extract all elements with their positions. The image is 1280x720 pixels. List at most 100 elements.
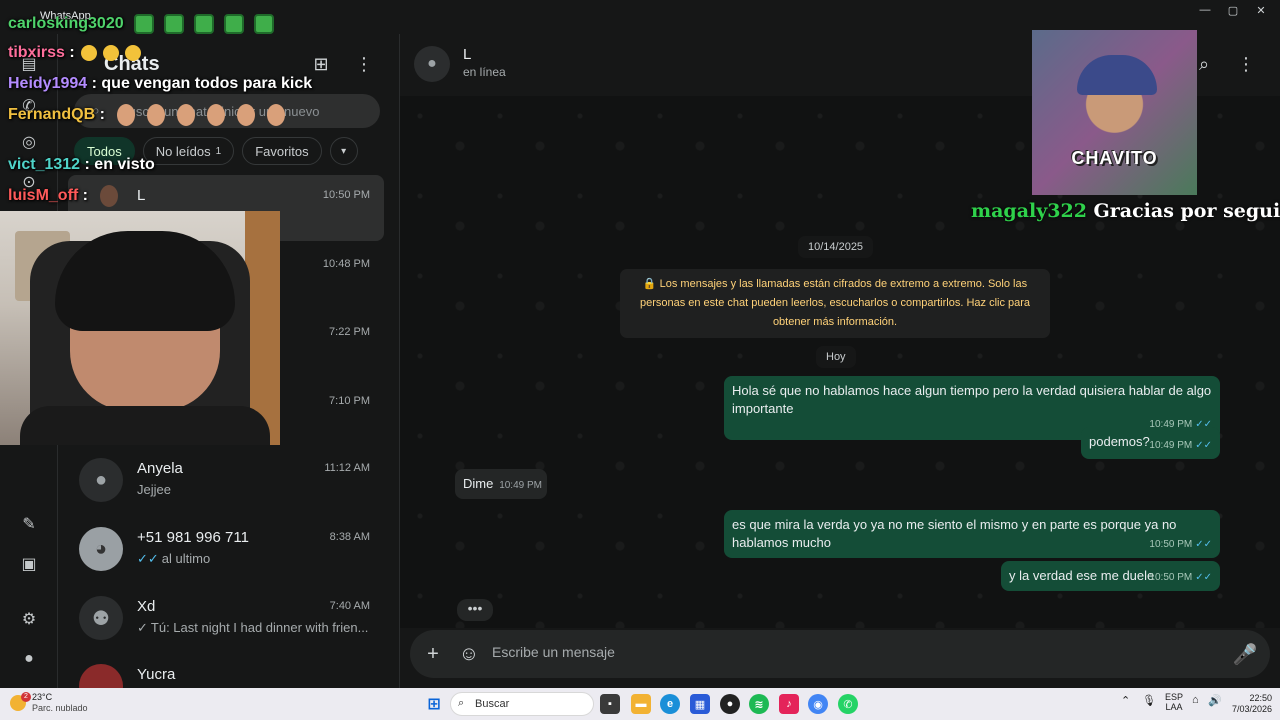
unread-count: 1	[215, 145, 222, 157]
filter-unread[interactable]: No leídos 1	[142, 137, 235, 165]
message-bubble[interactable]: es que mira la verda yo ya no me siento …	[724, 510, 1220, 558]
face-emote-icon	[146, 104, 165, 126]
media-icon[interactable]: ▣	[19, 554, 39, 574]
face-emote-icon	[116, 104, 135, 126]
spotify-icon[interactable]: ≋	[749, 694, 769, 714]
overlay-chat-line: luisM_off :	[8, 185, 118, 207]
face-emote-icon	[176, 104, 195, 126]
maximize-button[interactable]: ▢	[1222, 4, 1244, 17]
minimize-button[interactable]: —	[1194, 4, 1216, 16]
face-emote-icon	[236, 104, 255, 126]
message-time: 10:49 PM	[1149, 440, 1193, 451]
lang-layout: LAA	[1165, 702, 1183, 712]
face-emote-icon	[206, 104, 225, 126]
message-bubble[interactable]: podemos? 10:49 PM ✓✓	[1081, 427, 1220, 459]
capcut-icon[interactable]: ♪	[779, 694, 799, 714]
sticker-icon[interactable]: ☺	[457, 642, 481, 666]
whatsapp-window: WhatsApp — ▢ ✕ ▤ ✆ ◎ ⊙ ✎ ▣ ⚙ ● Chats ⊞ ⋮…	[0, 0, 1280, 688]
obs-icon[interactable]: ●	[720, 694, 740, 714]
menu-icon[interactable]: ⋮	[1234, 52, 1258, 76]
profile-icon[interactable]: ●	[19, 649, 39, 669]
clap-emote-icon	[80, 44, 97, 61]
chevron-down-icon: ▾	[341, 145, 347, 157]
status-icon[interactable]: ◎	[19, 132, 39, 152]
microphone-icon[interactable]: 🎙	[1142, 694, 1156, 707]
avatar	[79, 664, 123, 688]
overlay-user: luisM_off	[8, 187, 79, 205]
menu-icon[interactable]: ⋮	[352, 52, 376, 76]
clap-emote-icon	[124, 44, 141, 61]
message-bubble[interactable]: Dime 10:49 PM	[455, 469, 547, 499]
emote-icon	[133, 14, 154, 34]
double-check-icon: ✓✓	[137, 551, 159, 566]
volume-icon[interactable]: 🔊	[1208, 694, 1222, 707]
windows-taskbar: 2 23°C Parc. nublado ⊞ ⌕ Buscar ▪ ▬ e ▦ …	[0, 688, 1280, 720]
message-meta: 10:49 PM	[499, 480, 542, 491]
overlay-chat-line: tibxirss :	[8, 44, 141, 62]
chat-preview: ✓✓ al ultimo	[137, 551, 372, 567]
preview-text: al ultimo	[161, 551, 211, 566]
emote-icon	[163, 14, 184, 34]
chat-item-anyela[interactable]: ● Anyela 11:12 AM Jejjee	[68, 448, 384, 514]
follow-message: Gracias por seguirme!!	[1093, 200, 1280, 222]
message-text: es que mira la verda yo ya no me siento …	[732, 517, 1177, 550]
chat-time: 7:22 PM	[329, 326, 370, 338]
filter-more-button[interactable]: ▾	[329, 137, 358, 165]
clap-emote-icon	[102, 44, 119, 61]
overlay-sep: :	[95, 106, 105, 124]
face-emote-icon	[266, 104, 285, 126]
windows-start-icon[interactable]: ⊞	[424, 694, 444, 714]
overlay-user: tibxirss	[8, 44, 65, 61]
chevron-up-icon[interactable]: ⌃	[1121, 694, 1130, 707]
webcam-overlay	[0, 211, 280, 445]
chat-time: 7:10 PM	[329, 395, 370, 407]
store-icon[interactable]: ▦	[690, 694, 710, 714]
starred-icon[interactable]: ✎	[19, 514, 39, 534]
taskbar-search[interactable]: ⌕ Buscar	[450, 692, 594, 716]
contact-avatar[interactable]: ●	[414, 46, 450, 82]
message-meta: 10:50 PM ✓✓	[1149, 569, 1212, 587]
filter-favorites[interactable]: Favoritos	[242, 137, 322, 165]
language-indicator[interactable]: ESP LAA	[1165, 692, 1183, 712]
overlay-user: carlosking3020	[8, 15, 124, 33]
microphone-icon[interactable]: 🎤	[1233, 642, 1258, 666]
file-explorer-icon[interactable]: ▬	[631, 694, 651, 714]
message-text: Hola sé que no hablamos hace algun tiemp…	[732, 383, 1212, 416]
close-button[interactable]: ✕	[1250, 4, 1272, 17]
chat-name: Anyela	[137, 460, 183, 477]
chrome-icon[interactable]: ◉	[808, 694, 828, 714]
edge-icon[interactable]: e	[660, 694, 680, 714]
message-bubble[interactable]: y la verdad ese me duele 10:50 PM ✓✓	[1001, 561, 1220, 591]
overlay-chat-line: vict_1312 : en visto	[8, 156, 155, 174]
taskbar-clock[interactable]: 22:50 7/03/2026	[1226, 693, 1272, 715]
emote-icon	[193, 14, 214, 34]
chat-name: L	[137, 187, 146, 204]
message-time: 10:50 PM	[1149, 572, 1193, 583]
emote-icon	[253, 14, 274, 34]
task-view-icon[interactable]: ▪	[600, 694, 620, 714]
overlay-user: FernandQB	[8, 106, 96, 124]
chat-time: 10:48 PM	[322, 258, 370, 270]
notification-badge: 2	[21, 692, 31, 702]
overlay-msg: en visto	[89, 156, 155, 173]
preview-text: Tú: Last night I had dinner with frien..…	[150, 620, 369, 635]
message-meta: 10:49 PM ✓✓	[1149, 437, 1212, 455]
lang-code: ESP	[1165, 692, 1184, 702]
weather-widget[interactable]: 2 23°C Parc. nublado	[8, 692, 88, 714]
settings-icon[interactable]: ⚙	[19, 609, 39, 629]
attach-plus-icon[interactable]: +	[421, 642, 445, 666]
double-check-icon: ✓✓	[1195, 539, 1212, 550]
whatsapp-icon[interactable]: ✆	[838, 694, 858, 714]
network-icon[interactable]: ⌂	[1192, 694, 1199, 706]
message-input[interactable]: Escribe un mensaje	[492, 644, 615, 660]
chat-item-yucra[interactable]: Yucra	[68, 654, 384, 688]
search-icon: ⌕	[458, 697, 465, 709]
encryption-notice[interactable]: 🔒 Los mensajes y las llamadas están cifr…	[620, 269, 1050, 338]
chat-item-phone[interactable]: ◕ +51 981 996 711 8:38 AM ✓✓ al ultimo	[68, 517, 384, 583]
filter-label: No leídos	[155, 143, 211, 159]
child-hat	[1077, 55, 1157, 95]
follow-alert-image: CHAVITO	[1032, 30, 1197, 195]
chat-item-xd[interactable]: ⚉ Xd 7:40 AM ✓ Tú: Last night I had dinne…	[68, 586, 384, 652]
chat-name: Xd	[137, 598, 156, 615]
new-chat-icon[interactable]: ⊞	[309, 52, 333, 76]
